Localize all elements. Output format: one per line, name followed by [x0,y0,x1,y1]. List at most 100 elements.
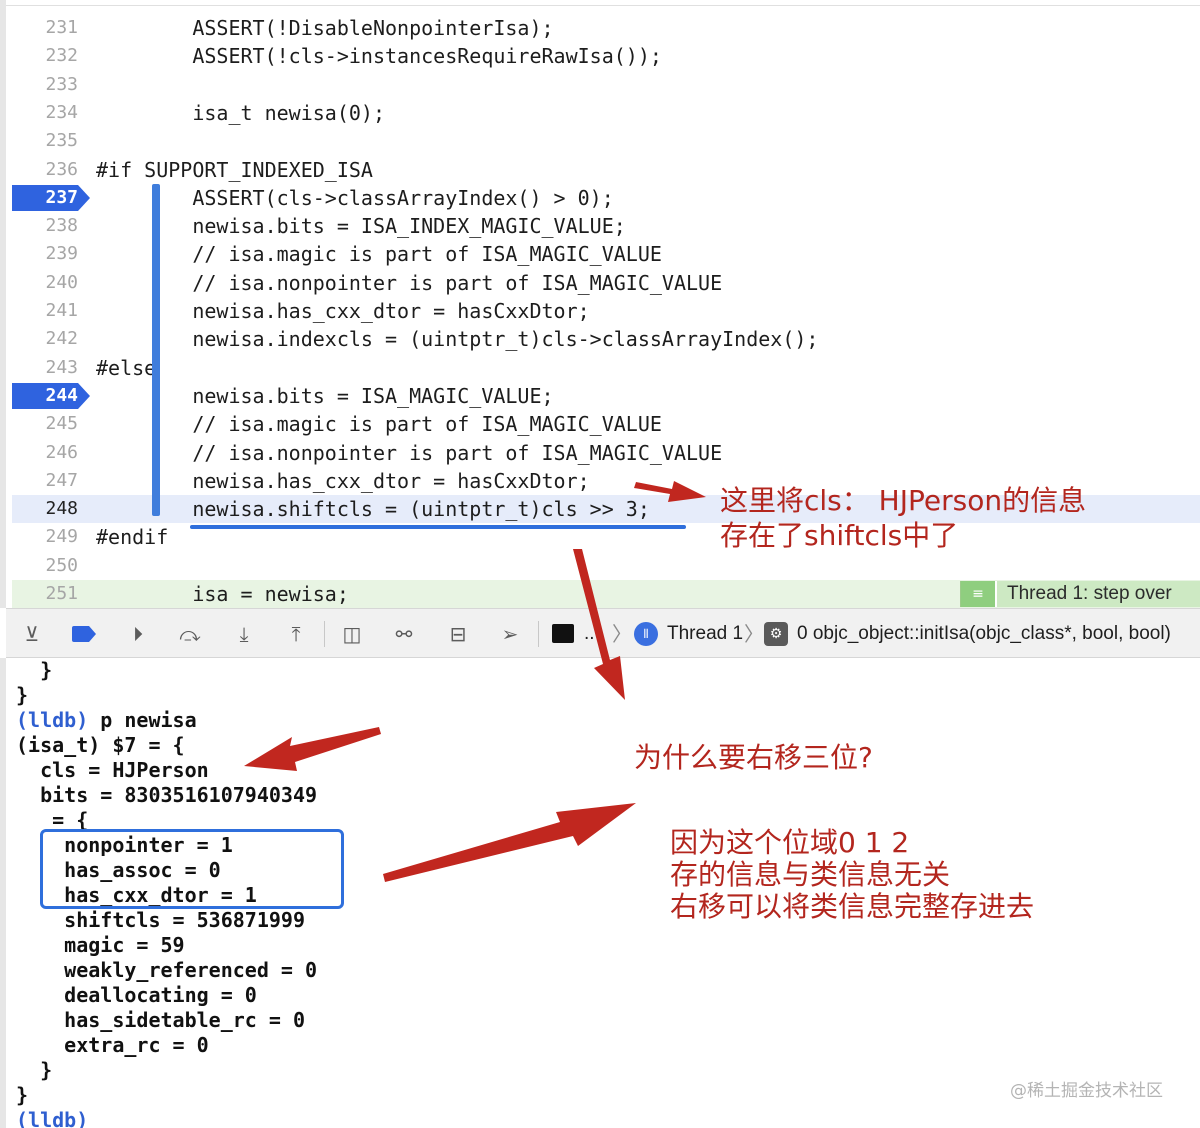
line-number[interactable]: 241 [12,297,78,325]
console-line: (lldb) p newisa [16,708,197,733]
continue-icon[interactable]: ⏵ [124,621,152,647]
console-line: magic = 59 [16,933,185,958]
line-number[interactable]: 246 [12,439,78,467]
line-number[interactable]: 231 [12,14,78,42]
code-line[interactable]: 236 #if SUPPORT_INDEXED_ISA [12,156,1200,184]
thread-badge-label: Thread 1: step over [1007,583,1172,604]
code-line[interactable]: 244 newisa.bits = ISA_MAGIC_VALUE; [12,382,1200,410]
console-text: shiftcls = 536871999 [16,908,305,932]
console-line: cls = HJPerson [16,758,209,783]
code-line[interactable]: 237 ASSERT(cls->classArrayIndex() > 0); [12,184,1200,212]
code-line[interactable]: 239 // isa.magic is part of ISA_MAGIC_VA… [12,240,1200,268]
console-text: p newisa [88,708,197,732]
annotation-answer-line1: 因为这个位域0 1 2 [670,826,910,859]
code-text: isa_t newisa(0); [96,100,385,125]
console-line: deallocating = 0 [16,983,257,1008]
annotation-answer-line2: 存的信息与类信息无关 [670,858,951,891]
line-number[interactable]: 236 [12,156,78,184]
line-number[interactable]: 239 [12,240,78,268]
code-text: ASSERT(!DisableNonpointerIsa); [96,16,554,40]
step-over-icon[interactable]: ⤼ [176,621,204,647]
console-text: has_sidetable_rc = 0 [16,1008,305,1032]
line-number[interactable]: 247 [12,467,78,495]
step-out-icon[interactable]: ⤒ [282,621,310,647]
console-text: (isa_t) $7 = { [16,733,185,757]
annotation-note-line1: 这里将cls： HJPerson的信息 [720,484,1087,517]
line-number[interactable]: 242 [12,325,78,353]
view-hierarchy-icon[interactable]: ◫ [338,621,366,647]
environment-overrides-icon[interactable]: ⊟ [444,621,472,647]
line-number[interactable]: 235 [12,127,78,155]
stack-frame-icon: ⚙ [764,622,788,646]
code-line[interactable]: 250 [12,552,1200,580]
chevron-right-icon: 〉 [744,622,764,646]
lldb-prompt: (lldb) [16,708,89,732]
line-number: 244 [45,384,78,406]
breadcrumb-ellipsis[interactable]: .. [584,619,595,649]
line-number[interactable]: 249 [12,523,78,551]
console-text: weakly_referenced = 0 [16,958,318,982]
breakpoint-marker[interactable]: 244 [12,382,90,409]
code-line[interactable]: 232 ASSERT(!cls->instancesRequireRawIsa(… [12,42,1200,70]
hide-debug-area-icon[interactable]: ⊻ [18,621,46,647]
line-number[interactable]: 245 [12,410,78,438]
code-line[interactable]: 238 newisa.bits = ISA_INDEX_MAGIC_VALUE; [12,212,1200,240]
thread-grip-icon: ≡ [961,581,997,607]
code-text: #if SUPPORT_INDEXED_ISA [96,157,373,182]
line-number[interactable]: 243 [12,354,78,382]
chevron-right-icon: 〉 [612,622,632,646]
line-number[interactable]: 232 [12,42,78,70]
code-line[interactable]: 240 // isa.nonpointer is part of ISA_MAG… [12,269,1200,297]
console-line: shiftcls = 536871999 [16,908,305,933]
toolbar-separator [324,621,325,647]
code-line[interactable]: 235 [12,127,1200,155]
breakpoint-marker[interactable]: 237 [12,184,90,211]
code-line[interactable]: 231 ASSERT(!DisableNonpointerIsa); [12,14,1200,42]
terminal-icon[interactable] [552,624,574,643]
console-line: (isa_t) $7 = { [16,733,185,758]
code-line[interactable]: 246 // isa.nonpointer is part of ISA_MAG… [12,439,1200,467]
console-text: cls = HJPerson [16,758,209,782]
code-text: newisa.indexcls = (uintptr_t)cls->classA… [96,327,819,352]
console-line: extra_rc = 0 [16,1033,209,1058]
code-text: // isa.magic is part of ISA_MAGIC_VALUE [96,242,662,267]
code-line[interactable]: 242 newisa.indexcls = (uintptr_t)cls->cl… [12,325,1200,353]
line-number[interactable]: 238 [12,212,78,240]
breadcrumb-frame[interactable]: 0 objc_object::initIsa(objc_class*, bool… [797,619,1171,649]
console-text: } [16,658,53,682]
console-line: has_sidetable_rc = 0 [16,1008,305,1033]
code-line[interactable]: 243 #else [12,354,1200,382]
step-into-icon[interactable]: ⤓ [230,621,258,647]
code-text: ASSERT(cls->classArrayIndex() > 0); [96,185,614,210]
lldb-prompt: (lldb) [16,1108,89,1128]
breadcrumb-thread[interactable]: Thread 1 [667,619,743,649]
annotation-question: 为什么要右移三位? [634,741,873,774]
code-line[interactable]: 245 // isa.magic is part of ISA_MAGIC_VA… [12,410,1200,438]
annotation-underline [190,525,686,529]
line-number[interactable]: 248 [12,495,78,523]
code-text: // isa.nonpointer is part of ISA_MAGIC_V… [96,270,723,295]
line-number[interactable]: 233 [12,71,78,99]
code-line[interactable]: 241 newisa.has_cxx_dtor = hasCxxDtor; [12,297,1200,325]
line-number[interactable]: 251 [12,580,78,608]
console-text: bits = 8303516107940349 [16,783,318,807]
code-line[interactable]: 234 isa_t newisa(0); [12,99,1200,127]
code-line[interactable]: 233 [12,71,1200,99]
console-text: } [16,1083,29,1107]
line-number[interactable]: 234 [12,99,78,127]
editor-top-border [6,0,1200,6]
console-text: magic = 59 [16,933,185,957]
memory-graph-icon[interactable]: ⚯ [390,621,418,647]
console-line: } [16,1083,28,1108]
console-line: bits = 8303516107940349 [16,783,317,808]
thread-step-badge[interactable]: ≡ Thread 1: step over [960,581,1200,607]
console-line: (lldb) [16,1108,88,1128]
line-number[interactable]: 240 [12,269,78,297]
breakpoints-toggle-icon[interactable] [72,626,96,642]
location-icon[interactable]: ➢ [496,621,524,647]
line-number[interactable]: 250 [12,552,78,580]
code-text: #else [96,355,157,380]
console-line: } [16,1058,52,1083]
toolbar-separator [538,621,539,647]
annotation-box [40,829,344,909]
